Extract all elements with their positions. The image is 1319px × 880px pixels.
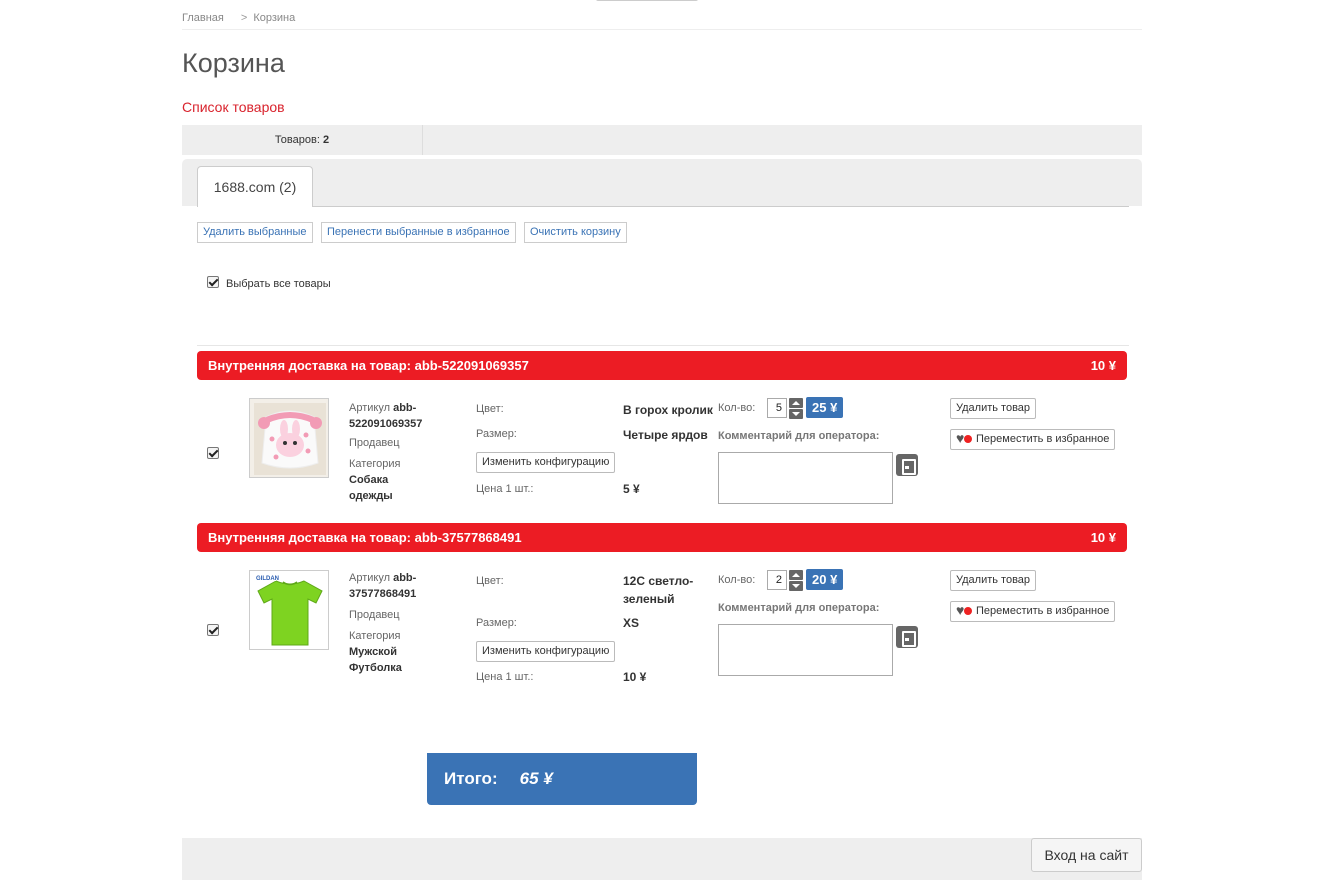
color-label: Цвет: — [476, 575, 504, 587]
unit-price-value: 10 ¥ — [623, 670, 647, 684]
total-panel: Итого: 65 ¥ — [427, 753, 697, 805]
delete-item-button[interactable]: Удалить товар — [950, 570, 1037, 591]
tabs-bar — [182, 159, 1142, 206]
item-checkbox[interactable] — [207, 447, 219, 459]
breadcrumb-separator: > — [240, 12, 248, 24]
change-config-button[interactable]: Изменить конфигурацию — [476, 641, 616, 662]
shipping-label: Внутренняя доставка на товар: abb-522091… — [208, 358, 529, 373]
dog-sweater-image — [250, 399, 328, 477]
increment-icon[interactable] — [789, 398, 803, 408]
tabs-divider — [197, 206, 1129, 207]
login-button[interactable]: Вход на сайт — [1031, 838, 1142, 872]
color-label: Цвет: — [476, 403, 504, 415]
product-thumbnail[interactable]: GILDAN — [249, 570, 329, 650]
qty-label: Кол-во: — [718, 574, 756, 586]
breadcrumb: Главная > Корзина — [182, 12, 295, 24]
qty-input[interactable]: 5 — [767, 398, 787, 418]
page-title: Корзина — [182, 48, 285, 78]
breadcrumb-home[interactable]: Главная — [182, 12, 224, 24]
category-text: Мужской Футболка — [349, 646, 402, 674]
comment-label: Комментарий для оператора: — [718, 602, 880, 614]
unit-price-label: Цена 1 шт.: — [476, 671, 534, 683]
shipping-price: 10 ¥ — [1090, 530, 1116, 545]
tshirt-image: GILDAN — [250, 571, 328, 649]
save-icon[interactable] — [896, 454, 918, 476]
save-icon[interactable] — [896, 626, 918, 648]
product-thumbnail[interactable] — [249, 398, 329, 478]
category-label: Категория — [349, 458, 401, 470]
favorite-icon — [956, 429, 972, 448]
shipping-bar: Внутренняя доставка на товар: abb-522091… — [197, 351, 1127, 380]
delete-selected-button[interactable]: Удалить выбранные — [197, 222, 313, 243]
comment-input[interactable] — [718, 452, 893, 504]
shipping-price: 10 ¥ — [1090, 358, 1116, 373]
breadcrumb-current: Корзина — [253, 12, 296, 24]
article-label: Артикул — [349, 402, 391, 414]
move-to-favorites-label: Переместить в избранное — [976, 605, 1110, 617]
decrement-icon[interactable] — [789, 409, 803, 419]
article-label: Артикул — [349, 572, 391, 584]
seller-label: Продавец — [349, 437, 400, 449]
items-count: Товаров: 2 — [182, 125, 423, 155]
increment-icon[interactable] — [789, 570, 803, 580]
delete-item-button[interactable]: Удалить товар — [950, 398, 1037, 419]
comment-label: Комментарий для оператора: — [718, 430, 880, 442]
article-info: Артикул abb-37577868491 — [349, 570, 459, 602]
shipping-bar: Внутренняя доставка на товар: abb-375778… — [197, 523, 1127, 552]
shipping-label: Внутренняя доставка на товар: abb-375778… — [208, 530, 522, 545]
footer-bar — [182, 838, 1142, 880]
total-amount: 65 ¥ — [519, 769, 553, 788]
list-title: Список товаров — [182, 99, 285, 115]
category-value: Мужской Футболка — [349, 644, 419, 676]
decrement-icon[interactable] — [789, 581, 803, 591]
top-tab-handle[interactable] — [596, 0, 698, 1]
count-bar: Товаров: 2 — [182, 125, 1142, 155]
items-count-label: Товаров: — [274, 134, 320, 146]
item-sum: 25 ¥ — [806, 397, 844, 418]
unit-price-label: Цена 1 шт.: — [476, 483, 534, 495]
brand-logo-text: GILDAN — [256, 576, 279, 582]
category-text: Собака одежды — [349, 474, 393, 502]
comment-input[interactable] — [718, 624, 893, 676]
tab-1688[interactable]: 1688.com (2) — [197, 166, 313, 207]
move-selected-button[interactable]: Перенести выбранные в избранное — [321, 222, 516, 243]
size-label: Размер: — [476, 428, 517, 440]
color-value: 12C светло-зеленый — [623, 574, 694, 606]
article-info: Артикул abb-522091069357 — [349, 400, 459, 432]
category-label: Категория — [349, 630, 401, 642]
divider — [182, 29, 1142, 30]
category-value: Собака одежды — [349, 472, 419, 504]
items-count-value: 2 — [322, 134, 330, 146]
size-value: Четыре ярдов — [623, 428, 708, 442]
size-value: XS — [623, 616, 640, 630]
qty-label: Кол-во: — [718, 402, 756, 414]
item-checkbox[interactable] — [207, 624, 219, 636]
item-sum: 20 ¥ — [806, 569, 844, 590]
move-to-favorites-button[interactable]: Переместить в избранное — [950, 601, 1116, 622]
divider — [197, 345, 1129, 346]
total-label: Итого: — [444, 769, 498, 788]
select-all-label: Выбрать все товары — [226, 278, 331, 290]
size-label: Размер: — [476, 617, 517, 629]
qty-stepper[interactable] — [789, 398, 803, 419]
move-to-favorites-label: Переместить в избранное — [976, 433, 1110, 445]
clear-cart-button[interactable]: Очистить корзину — [524, 222, 627, 243]
select-all-checkbox[interactable] — [207, 276, 219, 288]
color-value: В горох кролик — [623, 403, 713, 417]
change-config-button[interactable]: Изменить конфигурацию — [476, 452, 616, 473]
qty-input[interactable]: 2 — [767, 570, 787, 590]
move-to-favorites-button[interactable]: Переместить в избранное — [950, 429, 1116, 450]
qty-stepper[interactable] — [789, 570, 803, 591]
seller-label: Продавец — [349, 609, 400, 621]
favorite-icon — [956, 601, 972, 620]
unit-price-value: 5 ¥ — [623, 482, 640, 496]
